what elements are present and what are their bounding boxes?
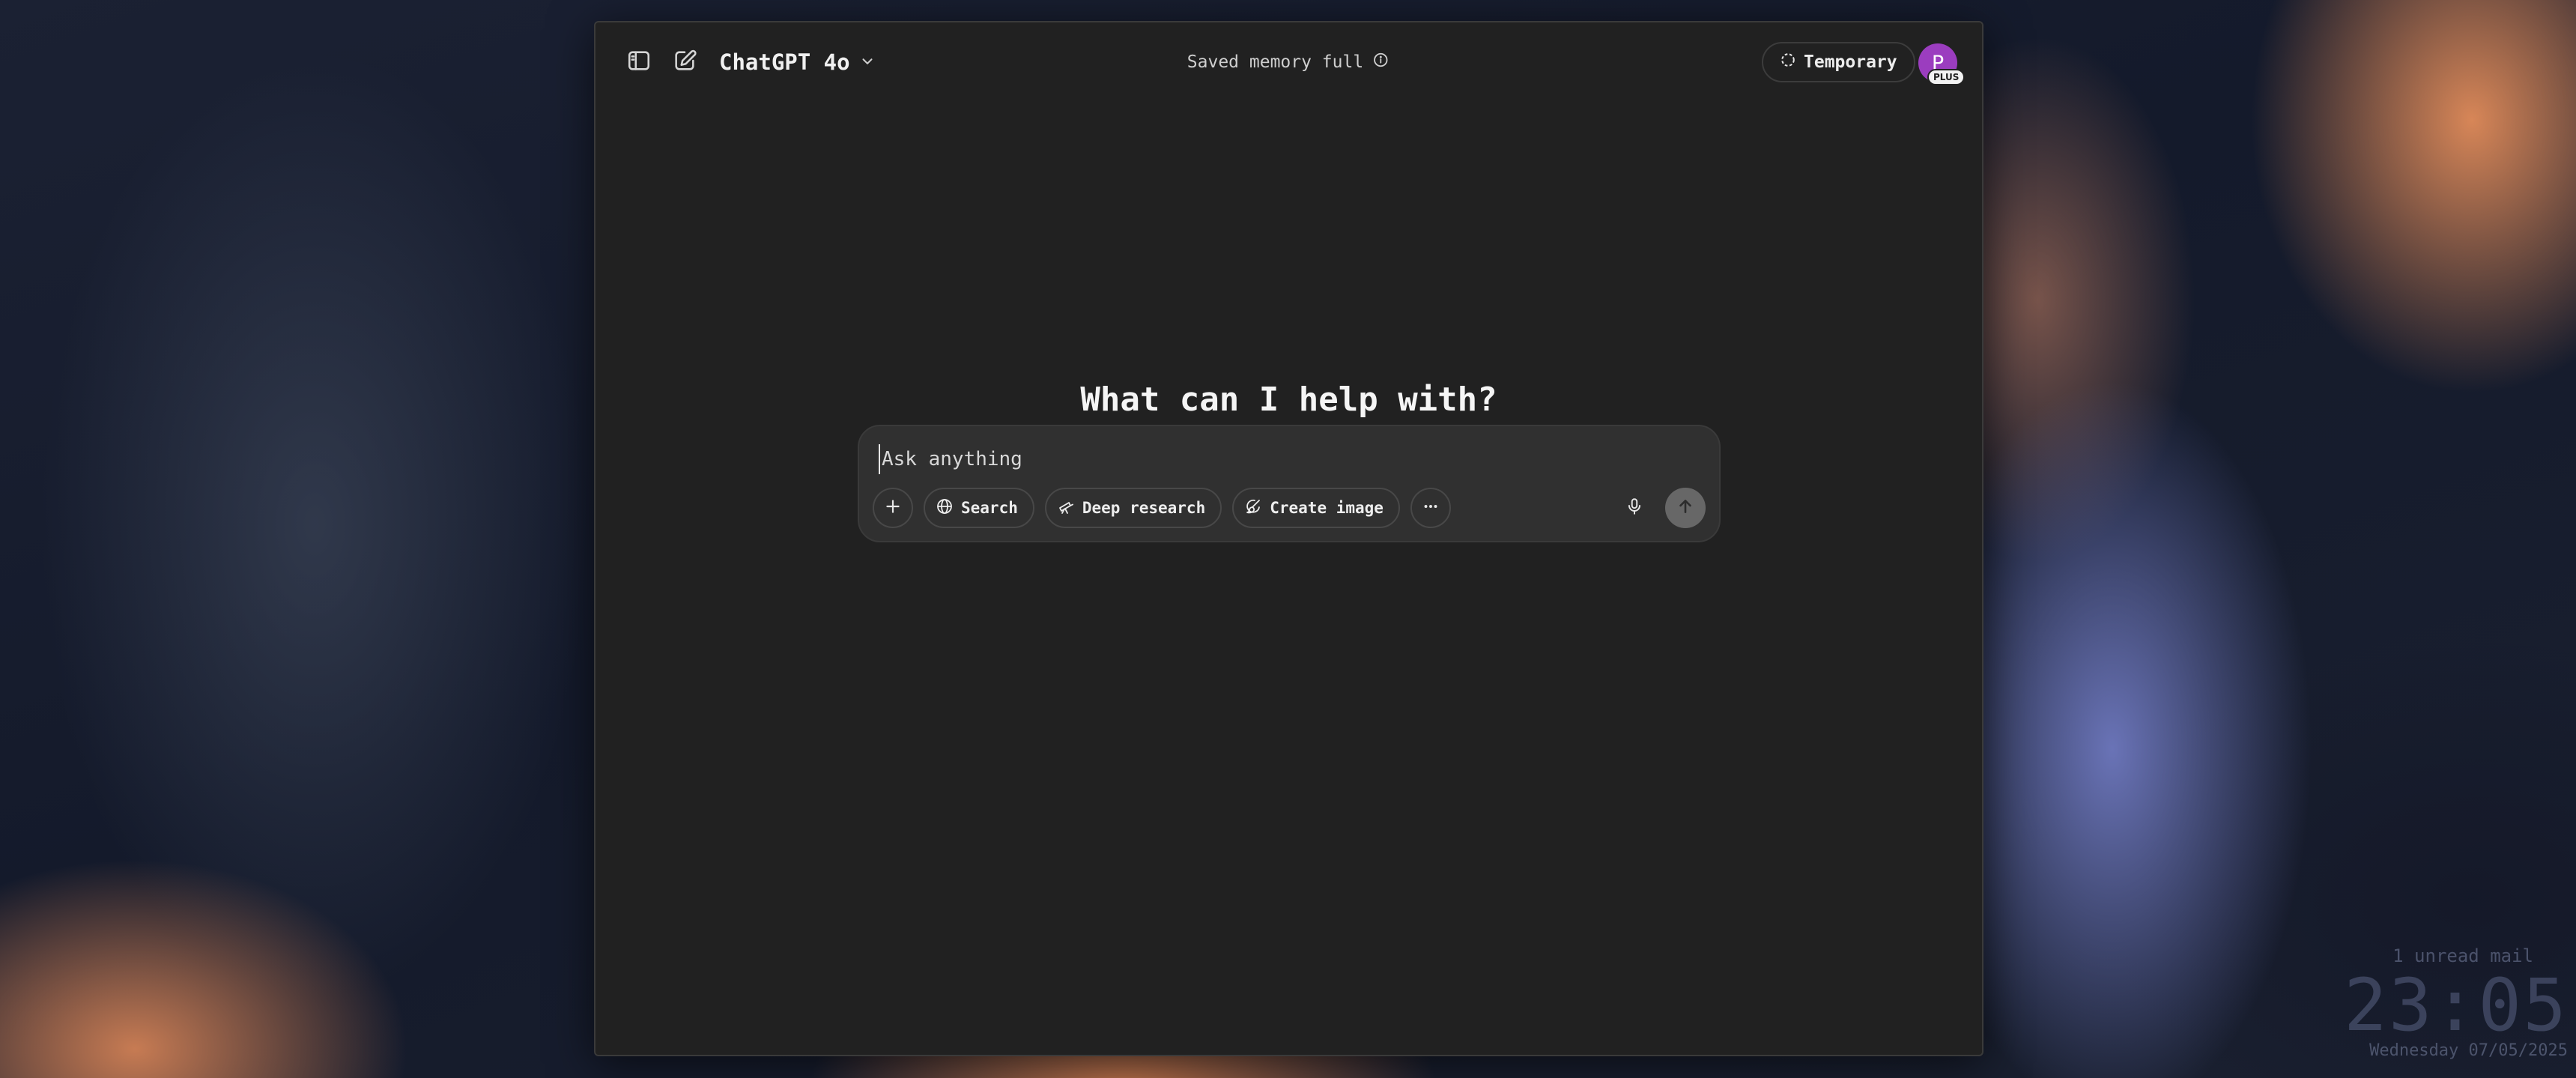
plan-badge: PLUS bbox=[1927, 69, 1966, 85]
chat-window: ChatGPT 4o Saved memory full Temporary P… bbox=[594, 21, 1983, 1056]
model-name: ChatGPT 4o bbox=[719, 49, 850, 75]
top-bar: ChatGPT 4o Saved memory full Temporary P… bbox=[595, 22, 1982, 102]
globe-icon bbox=[936, 497, 954, 519]
attach-button[interactable] bbox=[873, 488, 913, 528]
deep-research-button[interactable]: Deep research bbox=[1044, 488, 1222, 528]
chevron-down-icon bbox=[859, 49, 876, 75]
composer: Search Deep research bbox=[858, 425, 1721, 542]
sidebar-toggle-button[interactable] bbox=[618, 41, 660, 83]
ellipsis-icon bbox=[1421, 497, 1440, 519]
composer-tools: Search Deep research Create image bbox=[873, 488, 1451, 528]
paintbrush-icon bbox=[1244, 497, 1262, 519]
desktop-clock-widget: 1 unread mail 23:05 Wednesday 07/05/2025 bbox=[2343, 945, 2568, 1060]
telescope-icon bbox=[1057, 497, 1075, 519]
search-tool-label: Search bbox=[961, 499, 1018, 517]
clock-date: Wednesday 07/05/2025 bbox=[2369, 1041, 2568, 1060]
microphone-icon bbox=[1625, 497, 1644, 519]
more-tools-button[interactable] bbox=[1410, 488, 1451, 528]
arrow-up-icon bbox=[1676, 497, 1695, 519]
page-title: What can I help with? bbox=[1080, 381, 1497, 419]
prompt-input[interactable] bbox=[879, 444, 1628, 474]
create-image-button[interactable]: Create image bbox=[1232, 488, 1400, 528]
search-tool-button[interactable]: Search bbox=[924, 488, 1034, 528]
info-icon bbox=[1372, 52, 1389, 73]
dictate-button[interactable] bbox=[1614, 488, 1655, 528]
deep-research-label: Deep research bbox=[1082, 499, 1206, 517]
sidebar-icon bbox=[626, 48, 652, 76]
plus-icon bbox=[883, 497, 903, 519]
edit-icon bbox=[672, 48, 697, 76]
temporary-label: Temporary bbox=[1804, 52, 1897, 72]
composer-actions bbox=[1614, 488, 1706, 528]
memory-status[interactable]: Saved memory full bbox=[1187, 52, 1389, 73]
clock-time: 23:05 bbox=[2344, 963, 2568, 1047]
new-chat-button[interactable] bbox=[664, 41, 706, 83]
temporary-chat-button[interactable]: Temporary bbox=[1762, 42, 1915, 82]
dashed-circle-icon bbox=[1780, 52, 1796, 73]
memory-status-label: Saved memory full bbox=[1187, 52, 1364, 72]
send-button[interactable] bbox=[1665, 488, 1706, 528]
create-image-label: Create image bbox=[1270, 499, 1384, 517]
model-selector[interactable]: ChatGPT 4o bbox=[719, 49, 876, 75]
